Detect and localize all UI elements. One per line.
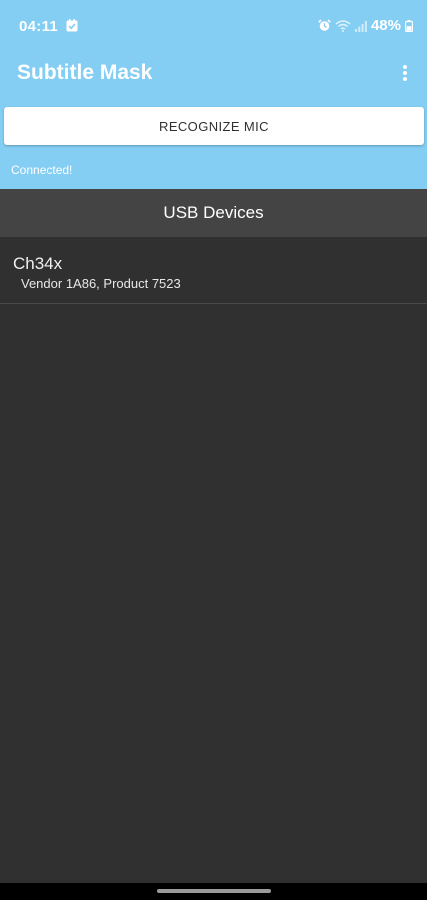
usb-device-item[interactable]: Ch34x Vendor 1A86, Product 7523 — [0, 237, 427, 304]
connection-status: Connected! — [11, 163, 73, 177]
usb-device-list: Ch34x Vendor 1A86, Product 7523 — [0, 237, 427, 304]
battery-percent: 48% — [370, 17, 401, 34]
device-detail: Vendor 1A86, Product 7523 — [21, 276, 181, 291]
recognize-mic-button[interactable]: RECOGNIZE MIC — [4, 107, 424, 145]
app-screen: 04:11 48% Subtitle Mask RECOGNIZE MIC Co… — [0, 0, 427, 900]
app-header: 04:11 48% Subtitle Mask RECOGNIZE MIC Co… — [0, 0, 427, 189]
usb-devices-header: USB Devices — [0, 189, 427, 237]
more-options-button[interactable] — [393, 59, 417, 87]
home-gesture-handle[interactable] — [157, 889, 271, 893]
device-name: Ch34x — [13, 254, 63, 273]
notification-icon — [66, 19, 78, 32]
signal-icon — [354, 20, 367, 32]
app-title: Subtitle Mask — [17, 61, 153, 84]
status-time: 04:11 — [19, 18, 59, 35]
alarm-icon — [318, 19, 331, 31]
wifi-icon — [335, 19, 351, 32]
status-right-group: 48% — [318, 17, 413, 34]
battery-icon — [405, 19, 413, 32]
status-bar: 04:11 48% — [0, 0, 427, 52]
usb-devices-title: USB Devices — [163, 203, 264, 222]
more-vert-icon — [403, 65, 407, 81]
